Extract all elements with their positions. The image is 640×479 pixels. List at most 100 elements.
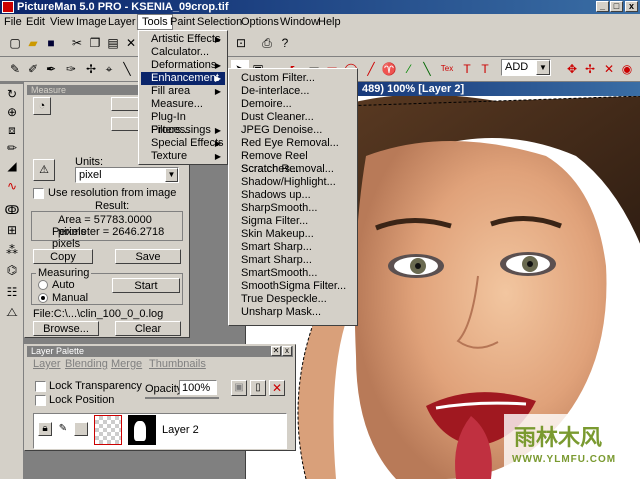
menu-item-special-effects[interactable]: Special Effects ▶	[141, 137, 225, 150]
start-button[interactable]: Start	[112, 278, 180, 293]
enh-smartsmooth[interactable]: SmartSmooth...	[231, 267, 317, 280]
enh-red-eye-removal[interactable]: Red Eye Removal...	[231, 137, 339, 150]
open-folder-icon[interactable]: ▰	[24, 34, 42, 52]
lock-position-checkbox[interactable]	[35, 395, 46, 406]
rotate-icon[interactable]: ↻	[4, 86, 20, 102]
enh-custom-filter[interactable]: Custom Filter...	[231, 72, 315, 85]
text-select-icon[interactable]: Tex	[438, 60, 456, 78]
units-select[interactable]: pixel ▼	[75, 167, 179, 183]
eye-icon[interactable]: ◉	[618, 60, 636, 78]
clear-button[interactable]: Clear	[115, 321, 181, 336]
opacity-slider[interactable]	[145, 397, 219, 399]
save-icon[interactable]: ■	[42, 34, 60, 52]
selection-mode-select[interactable]: ADD ▼	[501, 59, 551, 76]
stamp-icon[interactable]: ✢	[82, 60, 100, 78]
gradient-icon[interactable]: ◢	[4, 158, 20, 174]
layer-effects-icon[interactable]: ▣	[231, 380, 247, 396]
brush-icon[interactable]: ✐	[24, 60, 42, 78]
use-resolution-checkbox[interactable]	[33, 188, 44, 199]
enh-sigma-filter[interactable]: Sigma Filter...	[231, 215, 308, 228]
auto-radio[interactable]	[38, 280, 48, 290]
line-icon[interactable]: ╲	[118, 60, 136, 78]
enh-demoire[interactable]: Demoire...	[231, 98, 292, 111]
palette-menu-blending[interactable]: Blending	[65, 358, 108, 370]
help-pointer-icon[interactable]: ?	[276, 34, 294, 52]
menu-item-processings[interactable]: Processings ▶	[141, 124, 225, 137]
spiral-icon[interactable]: ↂ	[4, 202, 20, 218]
manual-radio[interactable]	[38, 293, 48, 303]
new-file-icon[interactable]: ▢	[6, 34, 24, 52]
layer-lock-icon[interactable]: 🔒︎	[38, 422, 52, 436]
grid-icon[interactable]: ⊞	[4, 222, 20, 238]
pen-icon[interactable]: ✎	[6, 60, 24, 78]
clock-icon[interactable]: ◔	[33, 97, 51, 115]
magic-wand-icon[interactable]: ⁄	[400, 60, 418, 78]
new-layer-icon[interactable]: ▯	[250, 380, 266, 396]
zoom-icon[interactable]: ⊕	[4, 104, 20, 120]
palette-menu-merge[interactable]: Merge	[111, 358, 142, 370]
text-t-icon[interactable]: T	[476, 60, 494, 78]
noise-icon[interactable]: ⁂	[4, 242, 20, 258]
zoom-fit-icon[interactable]: ⊡	[232, 34, 250, 52]
menu-item-fill-area[interactable]: Fill area ▶	[141, 85, 225, 98]
enh-smart-sharp[interactable]: Smart Sharp...	[231, 241, 312, 254]
airbrush-icon[interactable]: ✑	[62, 60, 80, 78]
menu-item-measure[interactable]: Measure...	[141, 98, 225, 111]
opacity-input[interactable]: 100%	[179, 380, 217, 395]
copy-icon[interactable]: ❐	[86, 34, 104, 52]
enh-jpeg-denoise[interactable]: JPEG Denoise...	[231, 124, 322, 137]
layer-visible-icon[interactable]	[74, 422, 88, 436]
menu-layer[interactable]: Layer	[104, 14, 140, 30]
text-tool-icon[interactable]: T	[458, 60, 476, 78]
pencil-icon[interactable]: ✏	[4, 140, 20, 156]
save-button[interactable]: Save	[115, 249, 181, 264]
deselect-icon[interactable]: ✢	[581, 60, 599, 78]
clone-icon[interactable]: ⌖	[100, 60, 118, 78]
print-icon[interactable]: ⎙	[258, 34, 276, 52]
menu-item-texture[interactable]: Texture ▶	[141, 150, 225, 163]
dropper-icon[interactable]: ✒	[42, 60, 60, 78]
line-select-icon[interactable]: ╱	[362, 60, 380, 78]
palette-menu-thumbnails[interactable]: Thumbnails	[149, 358, 206, 370]
enh-skin-makeup[interactable]: Skin Makeup...	[231, 228, 314, 241]
menu-edit[interactable]: Edit	[22, 14, 49, 30]
layer-row[interactable]: 🔒︎ ✎ Layer 2	[34, 414, 284, 446]
lock-transparency-checkbox[interactable]	[35, 381, 46, 392]
menu-item-deformations[interactable]: Deformations ▶	[141, 59, 225, 72]
chevron-down-icon[interactable]: ▼	[165, 168, 178, 182]
cut-icon[interactable]: ✂	[68, 34, 86, 52]
levels-icon[interactable]: ∿	[4, 178, 20, 194]
minimize-button[interactable]: _	[596, 1, 609, 12]
enh-smart-sharp-2[interactable]: Smart Sharp...	[231, 254, 312, 267]
enh-shadows-up[interactable]: Shadows up...	[231, 189, 311, 202]
delete-layer-icon[interactable]: ✕	[269, 380, 285, 396]
palette-pin-icon[interactable]: ✕	[271, 346, 281, 356]
menu-item-enhancement[interactable]: Enhancement ▶	[141, 72, 225, 85]
chevron-down-icon[interactable]: ▼	[536, 60, 550, 75]
menu-item-plugin-filters[interactable]: Plug-In Filters...	[141, 111, 225, 136]
enh-shadow-highlight[interactable]: Shadow/Highlight...	[231, 176, 336, 189]
enh-unsharp-mask[interactable]: Unsharp Mask...	[231, 306, 321, 319]
enh-de-interlace[interactable]: De-interlace...	[231, 85, 309, 98]
filter-icon[interactable]: ☷	[4, 284, 20, 300]
browse-button[interactable]: Browse...	[33, 321, 99, 336]
freehand-icon[interactable]: ♈	[380, 60, 398, 78]
enh-remove-reel-scratches[interactable]: Remove Reel Scratches...	[231, 150, 357, 175]
triangle-icon[interactable]: ⧍	[4, 304, 20, 320]
cancel-selection-icon[interactable]: ✕	[600, 60, 618, 78]
maximize-button[interactable]: □	[610, 1, 623, 12]
copy-button[interactable]: Copy	[33, 249, 93, 264]
menu-item-calculator[interactable]: Calculator...	[141, 46, 225, 59]
enh-sharpsmooth[interactable]: SharpSmooth...	[231, 202, 317, 215]
palette-menu-layer[interactable]: Layer	[33, 358, 61, 370]
measure-tool-icon[interactable]: ⚠	[33, 159, 55, 181]
move-icon[interactable]: ✥	[563, 60, 581, 78]
shape-icon[interactable]: ⌬	[4, 262, 20, 278]
enh-dust-cleaner[interactable]: Dust Cleaner...	[231, 111, 314, 124]
layer-edit-icon[interactable]: ✎	[56, 422, 70, 436]
paste-icon[interactable]: ▤	[104, 34, 122, 52]
enh-scratch-removal[interactable]: Scratch Removal...	[231, 163, 334, 176]
menu-help[interactable]: Help	[314, 14, 345, 30]
close-button[interactable]: x	[625, 1, 638, 12]
enh-smoothsigma-filter[interactable]: SmoothSigma Filter...	[231, 280, 346, 293]
